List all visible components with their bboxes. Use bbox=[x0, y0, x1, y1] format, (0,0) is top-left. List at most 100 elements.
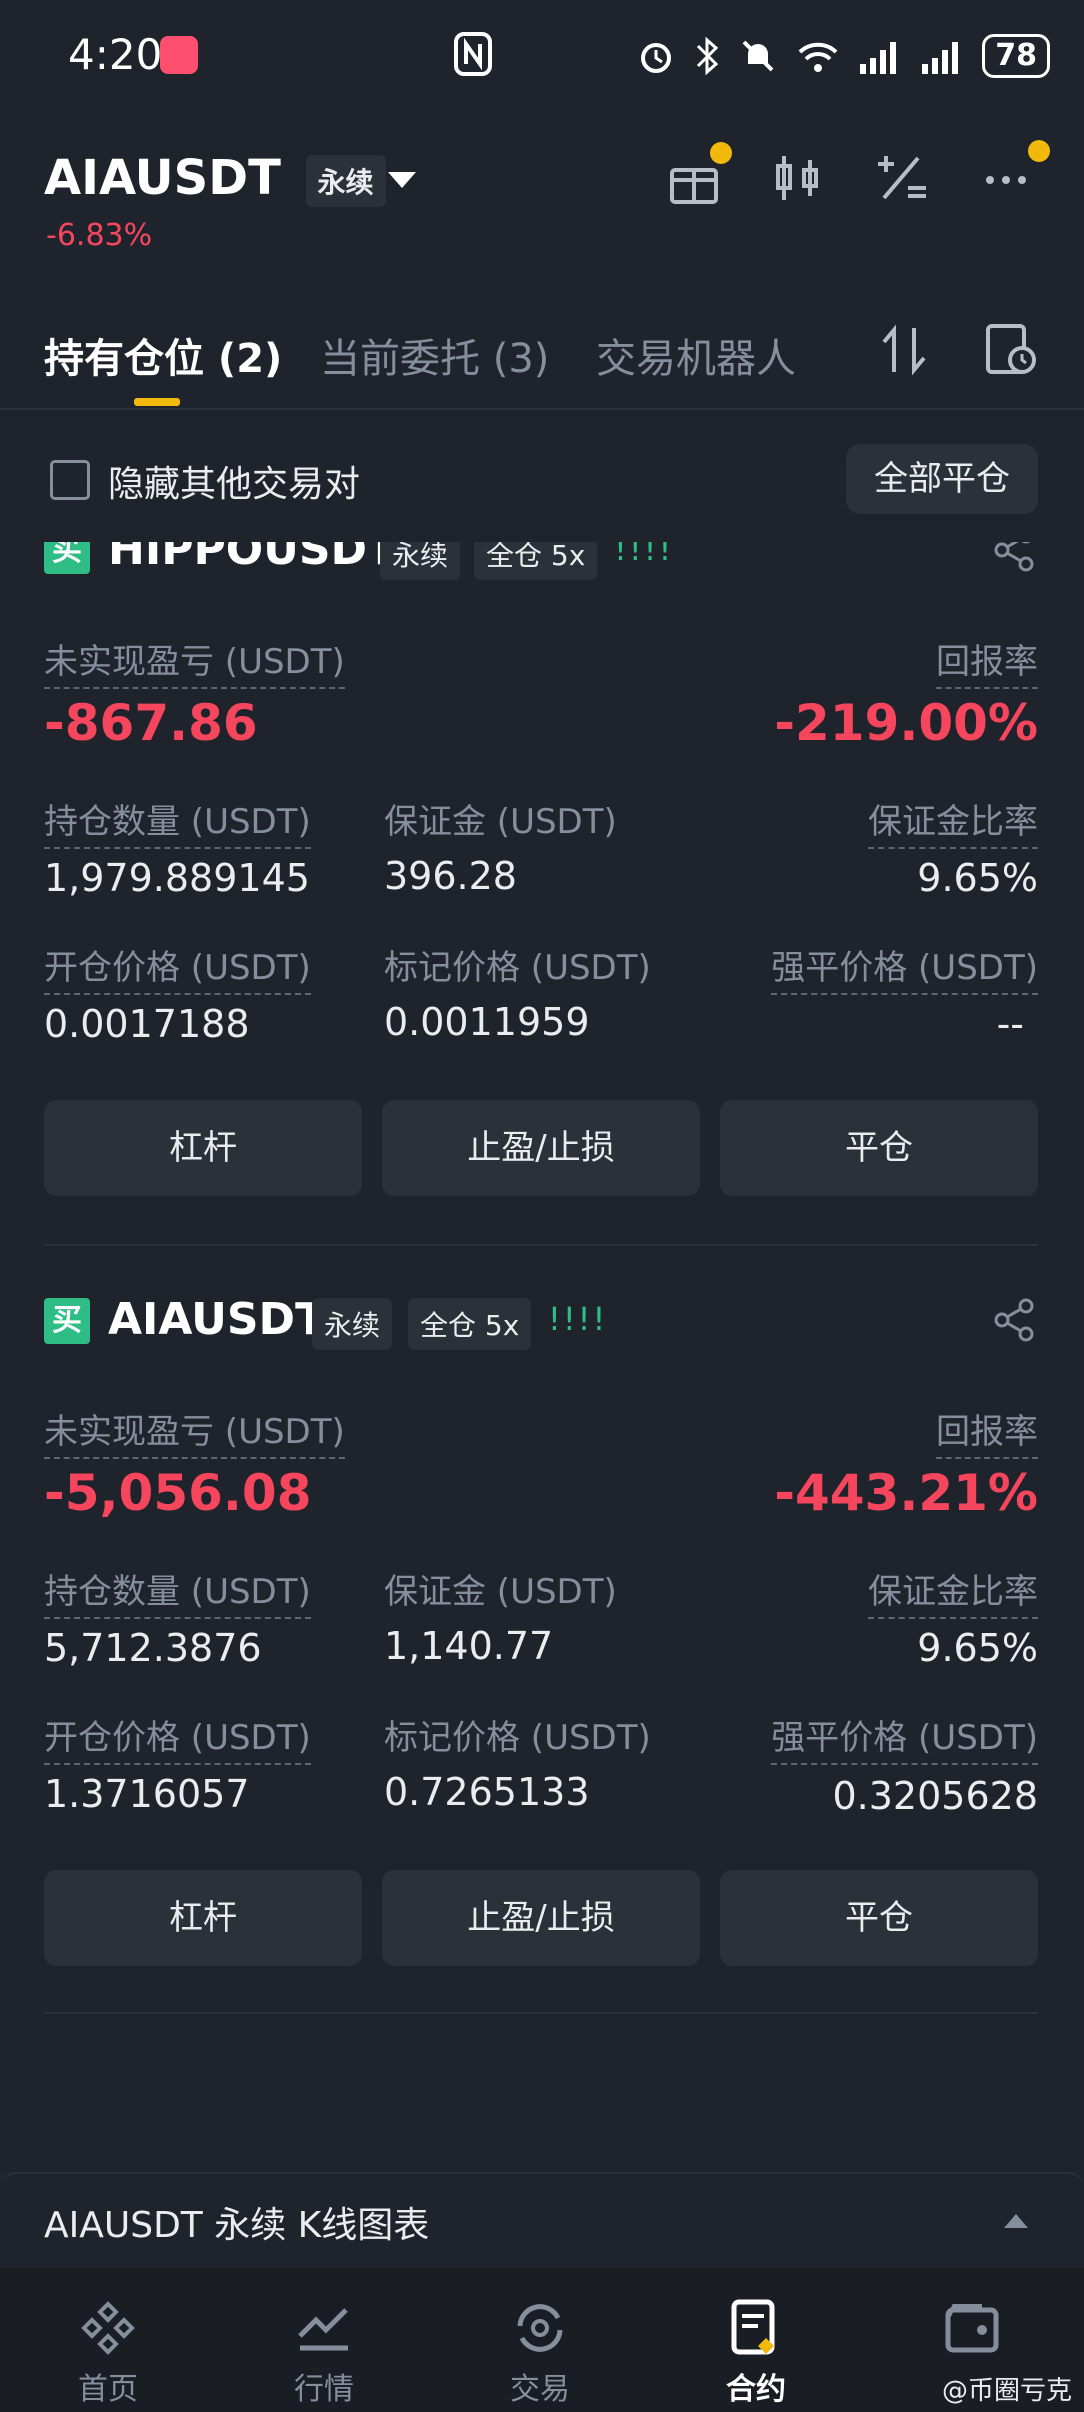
margin-value: 396.28 bbox=[384, 854, 517, 898]
app-notification-icon bbox=[160, 36, 198, 74]
candlestick-chart-icon[interactable] bbox=[770, 150, 826, 206]
contract-type-badge: 永续 bbox=[305, 155, 386, 207]
mark-price-value: 0.7265133 bbox=[384, 1770, 590, 1814]
risk-signal: !!!! bbox=[548, 1300, 608, 1338]
size-label: 持仓数量 (USDT) bbox=[44, 794, 311, 849]
hide-other-pairs-label: 隐藏其他交易对 bbox=[108, 464, 361, 505]
tab-trading-bots[interactable]: 交易机器人 bbox=[596, 326, 796, 384]
active-tab-indicator bbox=[134, 398, 180, 406]
tp-sl-button[interactable]: 止盈/止损 bbox=[382, 1870, 700, 1966]
liq-price-label: 强平价格 (USDT) bbox=[771, 1710, 1038, 1765]
unrealized-pnl: -867.86 bbox=[44, 694, 258, 752]
position-symbol[interactable]: HIPPOUSDT bbox=[108, 542, 397, 575]
kline-chart-bar[interactable]: AIAUSDT 永续 K线图表 bbox=[0, 2172, 1084, 2268]
symbol-selector[interactable]: AIAUSDT 永续 bbox=[44, 150, 386, 207]
status-time: 4:20 bbox=[68, 30, 163, 79]
liq-price-value: 0.3205628 bbox=[832, 1774, 1039, 1818]
leverage-button[interactable]: 杠杆 bbox=[44, 1100, 362, 1196]
calculator-icon[interactable] bbox=[874, 150, 930, 206]
nav-home[interactable]: 首页 bbox=[0, 2268, 216, 2412]
entry-price-label: 开仓价格 (USDT) bbox=[44, 1710, 311, 1765]
mute-icon bbox=[742, 40, 774, 72]
mark-price-label: 标记价格 (USDT) bbox=[384, 948, 651, 988]
size-value: 5,712.3876 bbox=[44, 1626, 262, 1670]
margin-ratio-label: 保证金比率 bbox=[868, 794, 1038, 849]
nav-futures-label: 合约 bbox=[726, 2372, 786, 2407]
mark-price-value: 0.0011959 bbox=[384, 1000, 590, 1044]
contract-badge: 永续 bbox=[380, 542, 461, 580]
close-position-button[interactable]: 平仓 bbox=[720, 1100, 1038, 1196]
history-icon[interactable] bbox=[984, 322, 1040, 378]
bottom-navigation: 首页 行情 交易 合约 bbox=[0, 2268, 1084, 2412]
notification-dot bbox=[710, 142, 732, 164]
home-icon bbox=[78, 2298, 138, 2358]
roe-value: -443.21% bbox=[774, 1464, 1038, 1522]
nav-trade-label: 交易 bbox=[510, 2372, 570, 2407]
entry-price-value: 0.0017188 bbox=[44, 1002, 250, 1046]
symbol-title: AIAUSDT bbox=[44, 150, 281, 206]
battery-indicator: 78 bbox=[982, 34, 1050, 78]
tab-positions[interactable]: 持有仓位 (2) bbox=[44, 326, 282, 384]
position-card: 买 AIAUSDT 永续 全仓 5x !!!! 未实现盈亏 (USDT) 回报率… bbox=[0, 1290, 1084, 2010]
status-bar: 4:20 78 bbox=[0, 0, 1084, 110]
notification-dot bbox=[1028, 140, 1050, 162]
entry-price-value: 1.3716057 bbox=[44, 1772, 250, 1816]
futures-icon bbox=[726, 2298, 786, 2358]
buy-badge: 买 bbox=[44, 1298, 90, 1344]
hide-other-pairs-checkbox[interactable] bbox=[50, 460, 90, 500]
wallet-icon bbox=[942, 2298, 1002, 2358]
nfc-icon bbox=[452, 32, 494, 76]
unrealized-pnl-label: 未实现盈亏 (USDT) bbox=[44, 1404, 345, 1459]
margin-ratio-value: 9.65% bbox=[917, 1626, 1038, 1670]
margin-mode-badge: 全仓 5x bbox=[474, 542, 598, 580]
gift-icon[interactable] bbox=[666, 142, 732, 206]
trade-icon bbox=[510, 2298, 570, 2358]
margin-ratio-label: 保证金比率 bbox=[868, 1564, 1038, 1619]
close-position-button[interactable]: 平仓 bbox=[720, 1870, 1038, 1966]
card-divider bbox=[44, 2012, 1038, 2014]
unrealized-pnl-label: 未实现盈亏 (USDT) bbox=[44, 634, 345, 689]
chevron-up-icon[interactable] bbox=[1004, 2214, 1028, 2228]
share-icon[interactable] bbox=[992, 542, 1036, 572]
nav-futures[interactable]: 合约 bbox=[648, 2268, 864, 2412]
card-divider bbox=[44, 1244, 1038, 1246]
wifi-icon bbox=[798, 42, 838, 72]
position-header: 买 HIPPOUSDT 永续 全仓 5x !!!! bbox=[0, 542, 1084, 592]
roe-label: 回报率 bbox=[936, 1404, 1038, 1459]
more-icon[interactable] bbox=[980, 140, 1050, 206]
roe-value: -219.00% bbox=[774, 694, 1038, 752]
mark-price-label: 标记价格 (USDT) bbox=[384, 1718, 651, 1758]
margin-value: 1,140.77 bbox=[384, 1624, 554, 1668]
price-change: -6.83% bbox=[46, 218, 153, 253]
position-card: 买 HIPPOUSDT 永续 全仓 5x !!!! 未实现盈亏 (USDT) 回… bbox=[0, 542, 1084, 1246]
alarm-icon bbox=[641, 43, 672, 73]
leverage-button[interactable]: 杠杆 bbox=[44, 1870, 362, 1966]
unrealized-pnl: -5,056.08 bbox=[44, 1464, 312, 1522]
status-icons: 78 bbox=[636, 34, 1050, 78]
close-all-button[interactable]: 全部平仓 bbox=[846, 444, 1038, 514]
kline-chart-label: AIAUSDT 永续 K线图表 bbox=[44, 2205, 430, 2246]
tp-sl-button[interactable]: 止盈/止损 bbox=[382, 1100, 700, 1196]
risk-signal: !!!! bbox=[614, 542, 674, 568]
position-header: 买 AIAUSDT 永续 全仓 5x !!!! bbox=[0, 1290, 1084, 1362]
watermark: @币圈亏克 bbox=[941, 2376, 1072, 2406]
share-icon[interactable] bbox=[992, 1298, 1036, 1342]
markets-icon bbox=[294, 2298, 354, 2358]
contract-badge: 永续 bbox=[312, 1298, 393, 1350]
sort-icon[interactable] bbox=[876, 322, 932, 378]
liq-price-label: 强平价格 (USDT) bbox=[771, 940, 1038, 995]
margin-ratio-value: 9.65% bbox=[917, 856, 1038, 900]
position-symbol[interactable]: AIAUSDT bbox=[108, 1294, 325, 1345]
signal-icon bbox=[860, 42, 897, 74]
roe-label: 回报率 bbox=[936, 634, 1038, 689]
tab-open-orders[interactable]: 当前委托 (3) bbox=[320, 326, 549, 384]
margin-label: 保证金 (USDT) bbox=[384, 802, 617, 842]
nav-home-label: 首页 bbox=[78, 2372, 138, 2407]
nav-markets[interactable]: 行情 bbox=[216, 2268, 432, 2412]
size-label: 持仓数量 (USDT) bbox=[44, 1564, 311, 1619]
nav-trade[interactable]: 交易 bbox=[432, 2268, 648, 2412]
buy-badge: 买 bbox=[44, 542, 90, 574]
margin-mode-badge: 全仓 5x bbox=[408, 1298, 532, 1350]
chevron-down-icon[interactable] bbox=[388, 172, 416, 188]
size-value: 1,979.889145 bbox=[44, 856, 310, 900]
